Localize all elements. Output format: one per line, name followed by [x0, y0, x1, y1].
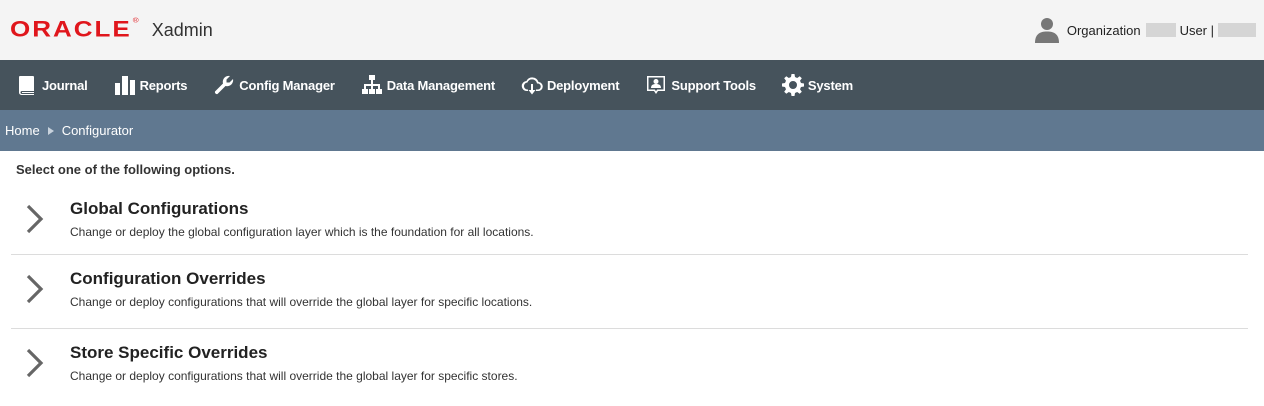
option-title[interactable]: Store Specific Overrides	[70, 343, 518, 363]
breadcrumb-home[interactable]: Home	[5, 123, 40, 138]
page-instruction: Select one of the following options.	[16, 162, 235, 177]
option-title[interactable]: Configuration Overrides	[70, 269, 532, 289]
support-icon	[647, 76, 666, 94]
bar-chart-icon	[114, 76, 135, 95]
user-value-redacted	[1218, 23, 1256, 37]
chevron-right-icon	[26, 204, 44, 234]
book-icon	[19, 76, 34, 95]
app-header: ORACLE® Xadmin Organization User |	[0, 0, 1264, 60]
option-configuration-overrides[interactable]: Configuration Overrides Change or deploy…	[11, 255, 1248, 329]
chevron-right-icon	[26, 348, 44, 378]
wrench-icon	[215, 75, 234, 95]
option-description: Change or deploy configurations that wil…	[70, 295, 533, 309]
main-content: Select one of the following options. Glo…	[0, 151, 1264, 405]
cloud-download-icon	[521, 77, 543, 95]
oracle-logo[interactable]: ORACLE® Xadmin	[10, 14, 213, 45]
option-title[interactable]: Global Configurations	[70, 199, 534, 219]
breadcrumb-configurator: Configurator	[61, 123, 134, 138]
option-description: Change or deploy configurations that wil…	[70, 369, 518, 383]
main-navbar: Journal Reports Config Manager Data Mana…	[0, 60, 1264, 110]
option-global-configurations[interactable]: Global Configurations Change or deploy t…	[11, 187, 1248, 255]
nav-item-config-manager[interactable]: Config Manager	[213, 74, 335, 96]
option-store-specific-overrides[interactable]: Store Specific Overrides Change or deplo…	[11, 329, 1248, 405]
organization-value-redacted	[1145, 23, 1176, 37]
nav-item-support-tools[interactable]: Support Tools	[645, 74, 756, 96]
hierarchy-icon	[361, 75, 382, 94]
option-description: Change or deploy the global configuratio…	[70, 225, 534, 239]
nav-item-deployment[interactable]: Deployment	[521, 74, 620, 96]
gear-icon	[781, 74, 804, 96]
nav-item-system[interactable]: System	[781, 74, 853, 96]
organization-label: Organization	[1066, 22, 1141, 38]
user-area[interactable]: Organization User |	[1033, 16, 1256, 44]
nav-item-data-management[interactable]: Data Management	[361, 74, 495, 96]
app-name: Xadmin	[151, 20, 213, 40]
user-label: User |	[1179, 22, 1214, 38]
breadcrumb-arrow-icon	[47, 126, 54, 135]
nav-item-reports[interactable]: Reports	[114, 74, 187, 96]
breadcrumb: Home Configurator	[0, 110, 1264, 151]
user-icon	[1034, 18, 1059, 43]
logo-wordmark: ORACLE®	[10, 16, 139, 42]
chevron-right-icon	[26, 274, 44, 304]
nav-item-journal[interactable]: Journal	[16, 74, 88, 96]
